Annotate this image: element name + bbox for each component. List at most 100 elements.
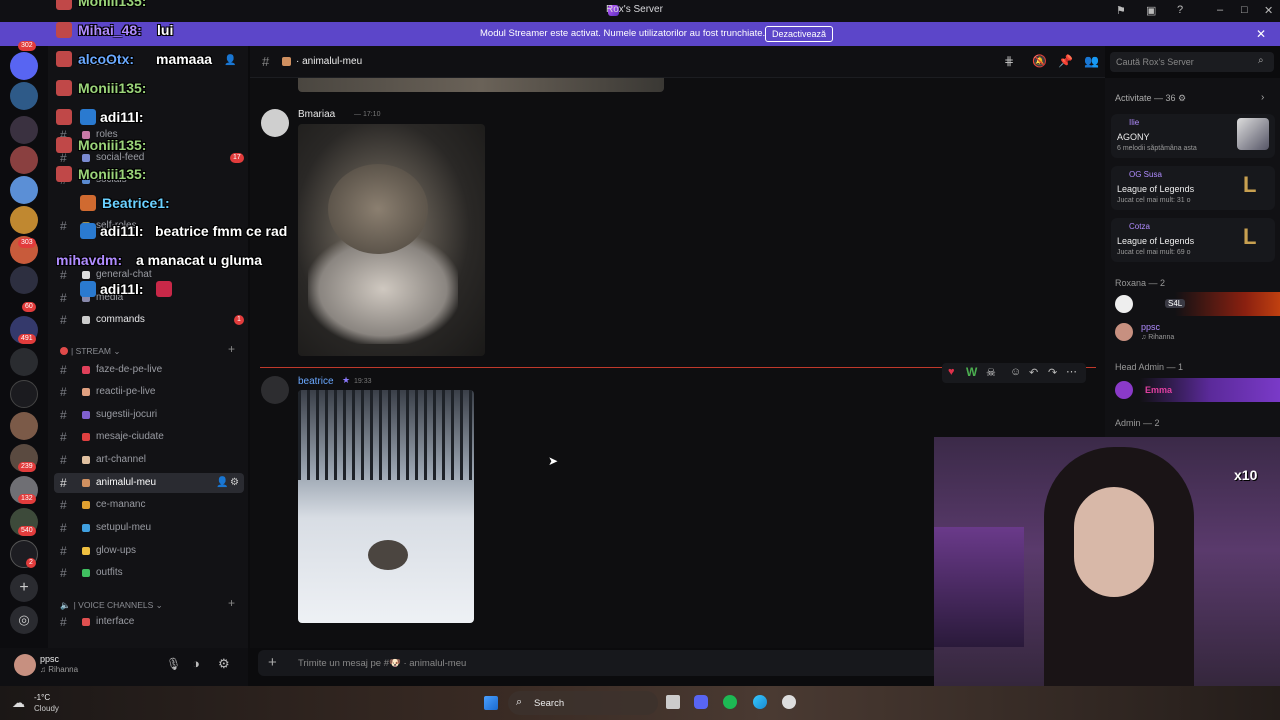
gear-icon[interactable]: ⚙ bbox=[230, 473, 239, 493]
emote-icon bbox=[56, 51, 72, 67]
settings-icon[interactable]: ⚙ bbox=[218, 656, 230, 672]
microphone-icon[interactable]: 🎙 bbox=[166, 657, 181, 671]
windows-start-icon[interactable] bbox=[484, 696, 498, 710]
explore-icon[interactable]: ◎ bbox=[10, 606, 38, 634]
fence-shape bbox=[298, 390, 474, 480]
heart-reaction-icon[interactable]: ♥ bbox=[948, 366, 955, 378]
server-icon[interactable] bbox=[10, 412, 38, 440]
cat-photo-attachment[interactable] bbox=[298, 124, 485, 356]
close-banner-icon[interactable]: ✕ bbox=[1256, 27, 1266, 41]
task-view-icon[interactable] bbox=[666, 695, 680, 709]
reply-icon[interactable]: ↶ bbox=[1029, 366, 1038, 379]
minimize-button[interactable]: – bbox=[1217, 4, 1223, 16]
server-icon[interactable] bbox=[10, 348, 38, 376]
chat-username: Beatrice1: bbox=[102, 195, 170, 211]
mention-badge: 2 bbox=[26, 558, 36, 568]
w-reaction-icon[interactable]: W bbox=[966, 365, 977, 379]
mention-badge: 60 bbox=[22, 302, 36, 312]
server-icon[interactable] bbox=[10, 206, 38, 234]
activity-card[interactable]: Ilie AGONY 6 melodii săptămâna asta bbox=[1111, 114, 1275, 158]
help-icon[interactable]: ? bbox=[1177, 4, 1183, 16]
skull-reaction-icon[interactable]: ☠ bbox=[986, 366, 996, 379]
mute-bell-icon[interactable]: 🔕 bbox=[1032, 54, 1047, 68]
previous-image-attachment[interactable] bbox=[298, 78, 664, 92]
mention-badge: 540 bbox=[18, 526, 36, 536]
monitor-icon[interactable]: ▣ bbox=[1146, 4, 1156, 17]
member-row[interactable]: Emma bbox=[1105, 378, 1280, 402]
maximize-button[interactable]: □ bbox=[1241, 4, 1248, 16]
channel-animalul-meu[interactable]: # animalul-meu 👤 ⚙ bbox=[54, 473, 244, 493]
channel-commands[interactable]: # commands 1 bbox=[54, 310, 244, 330]
channel-ce-manac[interactable]: # ce-mananc bbox=[54, 495, 244, 515]
server-icon[interactable] bbox=[10, 116, 38, 144]
channel-mesaje-ciudate[interactable]: # mesaje-ciudate bbox=[54, 427, 244, 447]
more-options-icon[interactable]: ⋯ bbox=[1066, 365, 1077, 378]
invite-icon[interactable]: 👤 bbox=[216, 473, 228, 493]
avatar[interactable] bbox=[14, 654, 36, 676]
server-icon[interactable] bbox=[10, 266, 38, 294]
add-server-icon[interactable]: + bbox=[10, 574, 38, 602]
member-name[interactable]: ppsc bbox=[1141, 322, 1160, 332]
server-icon[interactable] bbox=[10, 52, 38, 80]
server-icon[interactable] bbox=[10, 146, 38, 174]
server-icon[interactable] bbox=[10, 380, 38, 408]
add-channel-icon[interactable]: + bbox=[228, 596, 235, 610]
member-list-icon[interactable]: 👥 bbox=[1084, 54, 1099, 68]
server-icon[interactable] bbox=[10, 176, 38, 204]
category-voice[interactable]: 🔈 | VOICE CHANNELS ⌄ bbox=[60, 600, 163, 611]
category-stream[interactable]: | STREAM ⌄ bbox=[60, 346, 120, 357]
activity-card[interactable]: OG Susa League of Legends Jucat cel mai … bbox=[1111, 166, 1275, 210]
channel-art-channel[interactable]: # art-channel bbox=[54, 450, 244, 470]
headphones-icon[interactable]: ◑ bbox=[192, 656, 200, 671]
channel-setupul-meu[interactable]: # setupul-meu bbox=[54, 518, 244, 538]
activity-card[interactable]: Cotza League of Legends Jucat cel mai mu… bbox=[1111, 218, 1275, 262]
message-author[interactable]: Bmariaa bbox=[298, 109, 335, 120]
chat-message: lui bbox=[157, 22, 174, 38]
threads-icon[interactable]: ⋕ bbox=[1004, 54, 1014, 68]
invite-icon[interactable]: 👤 bbox=[224, 55, 236, 66]
member-list: Activitate — 36 ⚙ › Ilie AGONY 6 melodii… bbox=[1105, 78, 1280, 438]
message-time: — 17:10 bbox=[354, 111, 381, 118]
chat-username: Moniii135: bbox=[78, 166, 147, 182]
pin-icon[interactable]: 📌 bbox=[1058, 54, 1073, 68]
forward-icon[interactable]: ↷ bbox=[1048, 366, 1057, 379]
spotify-icon[interactable] bbox=[723, 695, 737, 709]
taskbar-search[interactable]: ⌕ Search bbox=[508, 691, 658, 715]
close-window-button[interactable]: ✕ bbox=[1264, 4, 1273, 17]
cat-shape bbox=[328, 164, 428, 254]
channel-outfits[interactable]: # outfits bbox=[54, 563, 244, 583]
edge-icon[interactable] bbox=[753, 695, 767, 709]
emote-icon bbox=[56, 80, 72, 96]
message-author[interactable]: beatrice bbox=[298, 376, 334, 387]
channel-interface[interactable]: # interface bbox=[54, 612, 244, 632]
avatar[interactable] bbox=[261, 109, 289, 137]
inbox-icon[interactable]: ⚑ bbox=[1116, 4, 1126, 17]
channel-sugestii-jocuri[interactable]: # sugestii-jocuri bbox=[54, 405, 244, 425]
weather-temp: -1°C bbox=[34, 693, 51, 702]
user-panel: ppsc ♫ Rihanna 🎙 ◑ ⚙ bbox=[0, 648, 248, 686]
avatar[interactable] bbox=[1115, 323, 1133, 341]
member-status: ♫ Rihanna bbox=[1141, 334, 1175, 341]
member-group-header: Head Admin — 1 bbox=[1115, 362, 1184, 372]
member-row[interactable]: S4L bbox=[1105, 292, 1280, 316]
channel-glow-ups[interactable]: # glow-ups bbox=[54, 541, 244, 561]
discord-icon[interactable] bbox=[694, 695, 708, 709]
chat-username: mihavdm: bbox=[56, 252, 123, 268]
message-time: 19:33 bbox=[354, 378, 372, 385]
snow-cat-photo-attachment[interactable] bbox=[298, 390, 474, 623]
role-icon: ★ bbox=[342, 375, 351, 385]
chevron-right-icon[interactable]: › bbox=[1261, 92, 1264, 103]
search-input[interactable]: Caută Rox's Server ⌕ bbox=[1110, 52, 1274, 72]
chat-username: alcoOtx: bbox=[78, 51, 135, 67]
add-reaction-icon[interactable]: ☺ bbox=[1010, 366, 1021, 378]
server-icon[interactable] bbox=[10, 82, 38, 110]
face-shape bbox=[1074, 487, 1154, 597]
channel-reactii-pe-live[interactable]: # reactii-pe-live bbox=[54, 382, 244, 402]
app-icon[interactable] bbox=[782, 695, 796, 709]
chat-username: adi11l: bbox=[100, 223, 144, 239]
channel-faze-de-pe-live[interactable]: # faze-de-pe-live bbox=[54, 360, 244, 380]
add-channel-icon[interactable]: + bbox=[228, 342, 235, 356]
avatar[interactable] bbox=[261, 376, 289, 404]
deactivate-streamer-button[interactable]: Dezactivează bbox=[765, 26, 834, 42]
add-attachment-icon[interactable]: + bbox=[268, 654, 277, 671]
